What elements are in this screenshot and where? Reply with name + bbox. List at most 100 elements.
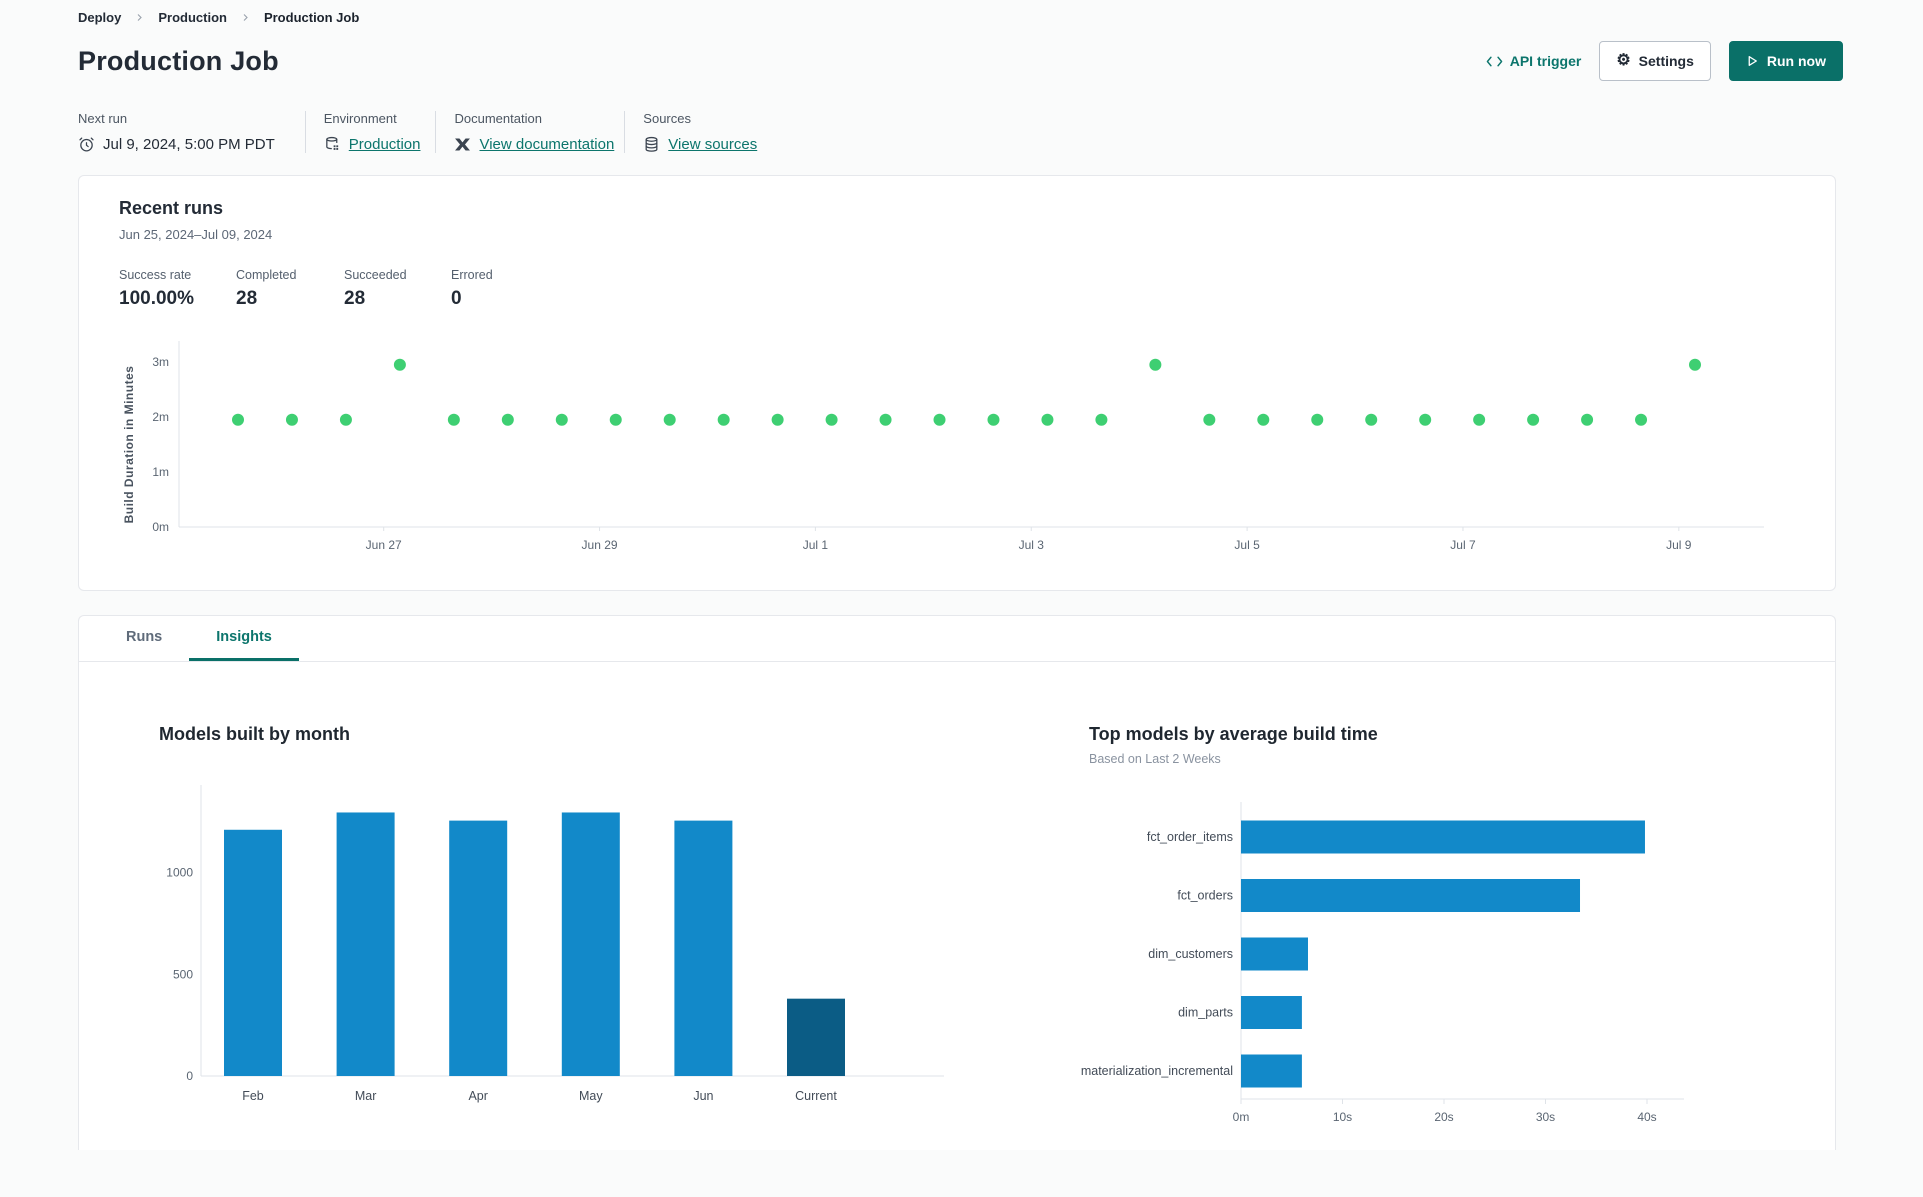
page-header: Deploy Production Production Job Product…: [0, 0, 1923, 81]
alarm-clock-icon: [78, 136, 95, 153]
svg-text:2m: 2m: [152, 410, 169, 424]
run-duration-dot[interactable]: [501, 413, 514, 426]
svg-text:Jul 1: Jul 1: [803, 538, 829, 552]
recent-runs-title: Recent runs: [119, 198, 224, 218]
model-build-time-bar[interactable]: [1241, 996, 1302, 1029]
run-duration-dot[interactable]: [555, 413, 568, 426]
svg-text:Jun: Jun: [693, 1089, 713, 1103]
next-run-label: Next run: [78, 111, 128, 126]
run-duration-dot[interactable]: [987, 413, 1000, 426]
stat-value: 100.00%: [119, 288, 195, 309]
header-actions: API trigger ⚙ Settings Run now: [1486, 41, 1843, 81]
svg-text:1000: 1000: [166, 866, 193, 880]
run-duration-dot[interactable]: [1635, 413, 1648, 426]
stat-label: Completed: [236, 268, 297, 282]
month-bar[interactable]: [787, 998, 845, 1076]
meta-documentation: Documentation View documentation: [435, 111, 624, 153]
month-bar[interactable]: [674, 820, 733, 1076]
stat-label: Succeeded: [344, 268, 407, 282]
run-duration-dot[interactable]: [825, 413, 838, 426]
run-duration-dot[interactable]: [1527, 413, 1540, 426]
run-duration-dot[interactable]: [771, 413, 784, 426]
model-build-time-bar[interactable]: [1241, 937, 1308, 971]
breadcrumb-production-job: Production Job: [263, 10, 360, 25]
meta-next-run: Next run Jul 9, 2024, 5:00 PM PDT: [78, 111, 305, 153]
run-duration-dot[interactable]: [393, 358, 406, 371]
run-duration-dot[interactable]: [1203, 413, 1216, 426]
month-bar[interactable]: [224, 829, 282, 1076]
run-duration-dot[interactable]: [1311, 413, 1324, 426]
top-models-subtitle: Based on Last 2 Weeks: [1089, 752, 1221, 766]
meta-sources: Sources View sources: [624, 111, 787, 153]
run-duration-dot[interactable]: [663, 413, 676, 426]
month-bar[interactable]: [449, 820, 508, 1076]
top-models-by-build-time-chart: 0m 10s 20s 30s 40s fct_order_items fct_ordersd…: [1081, 802, 1684, 1124]
run-duration-dot[interactable]: [1041, 413, 1054, 426]
recent-runs-card: Recent runs Jun 25, 2024–Jul 09, 2024 Su…: [78, 175, 1836, 591]
tab-insights[interactable]: Insights: [189, 616, 299, 661]
recent-runs-date-range: Jun 25, 2024–Jul 09, 2024: [119, 227, 273, 242]
run-duration-dot[interactable]: [1419, 413, 1432, 426]
run-duration-dot[interactable]: [232, 413, 244, 426]
stat-label: Success rate: [119, 268, 192, 282]
svg-text:Mar: Mar: [355, 1089, 377, 1103]
models-built-panel: Models built by month 0 500 1000 Feb Mar Apr M…: [79, 724, 1009, 1132]
breadcrumb: Deploy Production Production Job: [78, 10, 1843, 25]
run-duration-dot[interactable]: [1581, 413, 1594, 426]
run-duration-dot[interactable]: [447, 413, 460, 426]
run-duration-dot[interactable]: [339, 413, 352, 426]
chevron-right-icon: [241, 13, 250, 22]
svg-text:dim_parts: dim_parts: [1178, 1006, 1233, 1020]
model-build-time-bar[interactable]: [1241, 1054, 1302, 1088]
page-title: Production Job: [78, 45, 279, 76]
svg-text:Current: Current: [795, 1089, 837, 1103]
run-duration-dot[interactable]: [1095, 413, 1108, 426]
stat-succeeded: Succeeded 28: [344, 268, 451, 310]
run-duration-dot[interactable]: [879, 413, 892, 426]
svg-text:20s: 20s: [1434, 1110, 1453, 1124]
svg-text:1m: 1m: [152, 465, 169, 479]
model-build-time-bar[interactable]: [1241, 820, 1645, 854]
svg-text:30s: 30s: [1536, 1110, 1555, 1124]
view-sources-link[interactable]: View sources: [668, 136, 757, 153]
play-icon: [1746, 54, 1759, 68]
tab-bar: Runs Insights: [79, 616, 1835, 662]
breadcrumb-production[interactable]: Production: [158, 10, 227, 25]
run-duration-dot[interactable]: [609, 413, 622, 426]
run-duration-dot[interactable]: [1473, 413, 1486, 426]
svg-text:10s: 10s: [1333, 1110, 1352, 1124]
environment-database-icon: [324, 136, 341, 153]
breadcrumb-deploy[interactable]: Deploy: [78, 10, 121, 25]
svg-text:materialization_incremental: materialization_incremental: [1081, 1064, 1233, 1078]
svg-text:Feb: Feb: [242, 1089, 264, 1103]
run-duration-dot[interactable]: [933, 413, 946, 426]
svg-text:Jul 9: Jul 9: [1666, 538, 1692, 552]
environment-link[interactable]: Production: [349, 136, 421, 153]
insights-content: Models built by month 0 500 1000 Feb Mar Apr M…: [79, 662, 1835, 1132]
api-trigger-link[interactable]: API trigger: [1486, 53, 1581, 69]
code-brackets-icon: [1486, 55, 1503, 68]
run-duration-dot[interactable]: [717, 413, 730, 426]
tab-runs[interactable]: Runs: [99, 616, 189, 661]
recent-runs-stats: Success rate 100.00% Completed 28 Succee…: [119, 268, 1795, 310]
models-built-title: Models built by month: [159, 724, 350, 744]
svg-text:fct_order_items: fct_order_items: [1147, 830, 1233, 844]
settings-button[interactable]: ⚙ Settings: [1599, 41, 1711, 81]
run-now-button[interactable]: Run now: [1728, 41, 1843, 81]
month-bar[interactable]: [561, 812, 620, 1076]
run-duration-dot[interactable]: [1689, 358, 1701, 371]
insights-card: Runs Insights Models built by month 0 500…: [78, 615, 1836, 1150]
stat-errored: Errored 0: [451, 268, 493, 310]
settings-label: Settings: [1638, 53, 1694, 69]
run-duration-dot[interactable]: [1257, 413, 1270, 426]
svg-text:0m: 0m: [152, 520, 169, 534]
run-duration-dot[interactable]: [1149, 358, 1162, 371]
model-build-time-bar[interactable]: [1241, 879, 1581, 912]
month-bar[interactable]: [336, 812, 395, 1076]
build-duration-scatter-chart: 0m 1m 2m 3m Build Duration in Minutes Jun 27 J…: [122, 341, 1764, 552]
view-documentation-link[interactable]: View documentation: [479, 136, 614, 153]
run-duration-dot[interactable]: [285, 413, 298, 426]
sources-label: Sources: [643, 111, 691, 126]
run-duration-dot[interactable]: [1365, 413, 1378, 426]
job-meta-row: Next run Jul 9, 2024, 5:00 PM PDT Enviro…: [0, 111, 1923, 153]
